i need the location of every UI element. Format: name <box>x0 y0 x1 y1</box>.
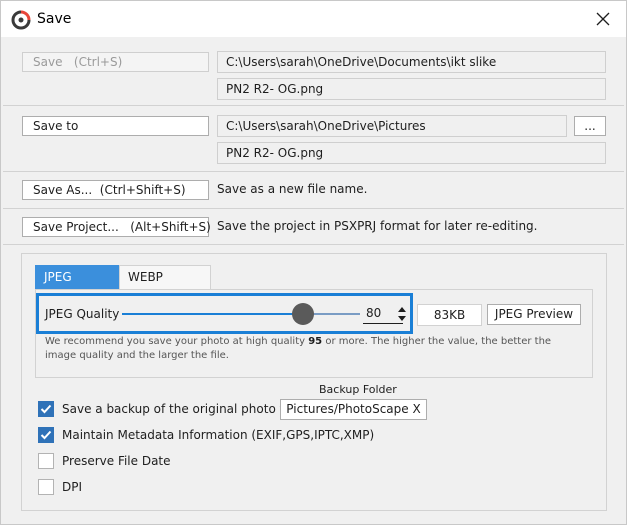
close-button[interactable] <box>580 1 626 37</box>
save-button[interactable]: Save (Ctrl+S) <box>22 52 209 72</box>
tab-jpeg-quality[interactable]: JPEG Quality <box>35 265 119 307</box>
quality-stepper[interactable]: 80 <box>361 303 409 326</box>
spin-arrows-icon[interactable] <box>397 305 407 323</box>
note-recommended-value: 95 <box>308 336 323 347</box>
browse-folder-button[interactable]: ... <box>574 116 606 136</box>
photoscape-logo-icon <box>11 10 31 30</box>
preserve-date-checkbox[interactable] <box>38 453 54 469</box>
file-size-display: 83KB <box>417 304 482 326</box>
quality-slider-thumb[interactable] <box>292 303 314 325</box>
row-divider <box>3 244 624 245</box>
checkmark-icon <box>40 430 52 440</box>
save-to-button[interactable]: Save to <box>22 116 209 136</box>
save-filename-field: PN2 R2- OG.png <box>217 78 606 100</box>
jpeg-quality-control: JPEG Quality 80 <box>36 293 413 334</box>
backup-label: Save a backup of the original photo to <box>62 402 292 416</box>
save-path-field: C:\Users\sarah\OneDrive\Documents\ikt sl… <box>217 51 606 73</box>
metadata-checkbox[interactable] <box>38 427 54 443</box>
close-icon <box>596 12 610 26</box>
save-as-button[interactable]: Save As... (Ctrl+Shift+S) <box>22 180 209 200</box>
jpeg-quality-label: JPEG Quality <box>45 307 120 321</box>
row-divider <box>3 105 624 106</box>
save-project-description: Save the project in PSXPRJ format for la… <box>217 219 538 233</box>
metadata-label: Maintain Metadata Information (EXIF,GPS,… <box>62 428 375 442</box>
backup-checkbox[interactable] <box>38 401 54 417</box>
save-project-button[interactable]: Save Project... (Alt+Shift+S) <box>22 217 211 237</box>
row-divider <box>3 171 624 172</box>
dpi-label: DPI <box>62 480 83 494</box>
title-bar: Save <box>1 1 626 37</box>
dpi-checkbox[interactable] <box>38 479 54 495</box>
quality-value: 80 <box>366 306 382 320</box>
note-text: We recommend you save your photo at high… <box>45 336 309 347</box>
save-as-description: Save as a new file name. <box>217 182 368 196</box>
save-to-filename-field: PN2 R2- OG.png <box>217 142 606 164</box>
preserve-date-label: Preserve File Date <box>62 454 171 468</box>
quality-slider-fill <box>122 313 303 315</box>
window-title: Save <box>37 11 72 27</box>
row-divider <box>3 208 624 209</box>
save-dialog: Save Save (Ctrl+S) C:\Users\sarah\OneDri… <box>0 0 627 525</box>
backup-folder-heading: Backup Folder <box>319 383 397 396</box>
backup-folder-button[interactable]: Pictures/PhotoScape X <box>280 399 427 420</box>
jpeg-preview-button[interactable]: JPEG Preview <box>487 304 581 325</box>
quality-value-underline <box>363 323 403 324</box>
tab-webp-quality[interactable]: WEBP Quality <box>119 265 211 307</box>
checkmark-icon <box>40 404 52 414</box>
quality-recommendation-note: We recommend you save your photo at high… <box>45 335 585 363</box>
save-to-path-field: C:\Users\sarah\OneDrive\Pictures <box>217 115 567 137</box>
